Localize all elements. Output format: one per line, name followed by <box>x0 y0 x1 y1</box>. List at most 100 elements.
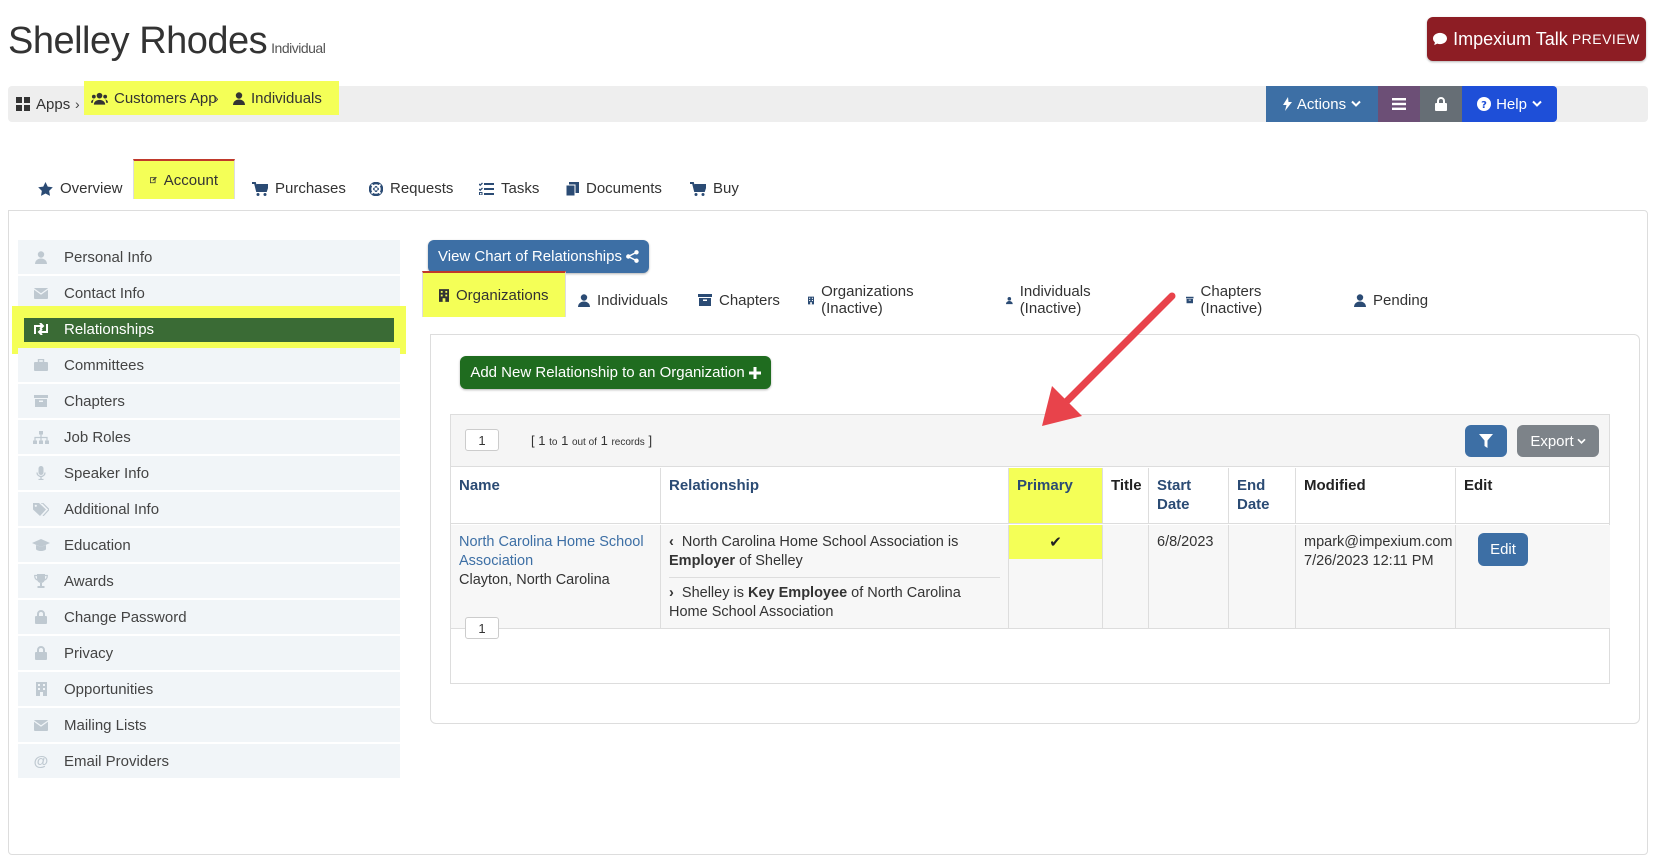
column-header-end-date[interactable]: End Date <box>1229 468 1296 524</box>
lock-icon <box>18 610 64 624</box>
retweet-icon <box>18 323 64 335</box>
sidebar-item-speaker-info[interactable]: Speaker Info <box>18 456 400 492</box>
sidebar-item-privacy[interactable]: Privacy <box>18 636 400 672</box>
tab-organizations-inactive-label: Organizations (Inactive) <box>821 283 914 317</box>
filter-icon <box>1479 434 1493 448</box>
add-relationship-button[interactable]: Add New Relationship to an Organization <box>460 356 771 389</box>
tab-buy[interactable]: Buy <box>674 165 755 212</box>
sidebar-item-label: Privacy <box>64 644 114 662</box>
life-ring-icon <box>369 181 383 196</box>
edit-button[interactable]: Edit <box>1478 533 1528 566</box>
page-number-button[interactable]: 1 <box>465 617 499 639</box>
tab-organizations[interactable]: Organizations <box>422 271 566 317</box>
records-bracket: [ <box>531 433 535 448</box>
tab-documents-label: Documents <box>586 180 662 197</box>
chevron-down-icon <box>1532 100 1542 107</box>
tab-requests-label: Requests <box>390 180 454 197</box>
breadcrumb-individuals[interactable]: Individuals <box>233 81 322 115</box>
modified-at: 7/26/2023 12:11 PM <box>1304 553 1434 569</box>
tab-tasks-label: Tasks <box>501 180 540 197</box>
sidebar-item-relationships[interactable]: Relationships <box>12 306 406 354</box>
tab-individuals-label: Individuals <box>597 291 668 309</box>
sidebar-item-education[interactable]: Education <box>18 528 400 564</box>
tab-overview[interactable]: Overview <box>22 165 139 212</box>
users-icon <box>91 92 108 105</box>
sidebar-item-label: Additional Info <box>64 500 160 518</box>
sidebar-item-label: Relationships <box>64 320 155 338</box>
sidebar-item-change-password[interactable]: Change Password <box>18 600 400 636</box>
page-number-button[interactable]: 1 <box>465 429 499 451</box>
tab-individuals[interactable]: Individuals <box>562 275 684 325</box>
filter-button[interactable] <box>1465 425 1507 457</box>
at-icon: @ <box>33 752 49 770</box>
tab-requests[interactable]: Requests <box>353 165 469 212</box>
sidebar-item-label: Committees <box>64 356 145 374</box>
cart-icon <box>690 181 706 196</box>
tab-account[interactable]: Account <box>133 159 235 199</box>
table-row-modified-cell: mpark@impexium.com 7/26/2023 12:11 PM <box>1296 525 1456 629</box>
tab-tasks[interactable]: Tasks <box>463 165 555 212</box>
sidebar-item-label: Education <box>64 536 131 554</box>
tab-pending[interactable]: Pending <box>1338 275 1444 325</box>
sidebar-item-contact-info[interactable]: Contact Info <box>18 276 400 312</box>
tab-organizations-inactive[interactable]: Organizations (Inactive) <box>792 275 934 325</box>
archive-icon <box>1186 296 1194 304</box>
column-header-relationship[interactable]: Relationship <box>661 468 1009 524</box>
view-chart-of-relationships-button[interactable]: View Chart of Relationships <box>428 240 649 273</box>
chevron-right-icon: › <box>214 90 219 106</box>
tab-chapters-inactive[interactable]: Chapters (Inactive) <box>1170 275 1285 325</box>
actions-label: Actions <box>1296 95 1347 113</box>
column-header-primary[interactable]: Primary <box>1009 468 1103 524</box>
export-button[interactable]: Export <box>1517 425 1599 457</box>
question-circle-icon: ? <box>1477 97 1492 111</box>
table-row-title-cell <box>1103 525 1149 629</box>
records-summary: [ 1 to 1 out of 1 records ] <box>531 433 652 448</box>
organization-link[interactable]: North Carolina Home School Association <box>459 533 652 571</box>
breadcrumb-apps[interactable]: Apps <box>16 86 70 122</box>
modified-by: mpark@impexium.com <box>1304 534 1453 550</box>
chevron-right-icon: › <box>669 585 674 601</box>
column-header-name[interactable]: Name <box>451 468 661 524</box>
tab-purchases-label: Purchases <box>275 180 346 197</box>
column-header-start-date[interactable]: Start Date <box>1149 468 1229 524</box>
table-row-primary-cell: ✔ <box>1009 525 1103 629</box>
sidebar-item-personal-info[interactable]: Personal Info <box>18 240 400 276</box>
sidebar-item-job-roles[interactable]: Job Roles <box>18 420 400 456</box>
add-relationship-label: Add New Relationship to an Organization <box>470 364 745 381</box>
list-view-button[interactable] <box>1378 86 1420 122</box>
tab-chapters[interactable]: Chapters <box>682 275 796 325</box>
help-button[interactable]: ? Help <box>1462 86 1557 122</box>
records-from: 1 <box>538 433 546 448</box>
talk-label: Impexium Talk <box>1453 28 1568 49</box>
sidebar-item-label: Mailing Lists <box>64 716 147 734</box>
lock-button[interactable] <box>1420 86 1462 122</box>
building-icon <box>18 682 64 696</box>
sidebar-item-chapters[interactable]: Chapters <box>18 384 400 420</box>
impexium-talk-button[interactable]: Impexium Talk PREVIEW <box>1427 17 1646 61</box>
annotation-arrow <box>1042 292 1176 426</box>
breadcrumb-individuals-label: Individuals <box>251 89 322 107</box>
share-alt-icon <box>626 250 639 263</box>
view-chart-label: View Chart of Relationships <box>438 248 622 265</box>
sidebar-item-email-providers[interactable]: @ Email Providers <box>18 744 400 780</box>
primary-check-icon: ✔ <box>1009 525 1102 559</box>
user-icon <box>578 293 590 307</box>
action-toolbar: Actions ? Help <box>1266 86 1557 122</box>
envelope-icon <box>18 719 64 731</box>
sidebar-item-label: Email Providers <box>64 752 170 770</box>
tab-account-label: Account <box>163 171 218 189</box>
relationship-2-text: Shelley is <box>681 585 744 601</box>
tab-documents[interactable]: Documents <box>550 165 678 212</box>
user-icon <box>18 250 64 264</box>
export-label: Export <box>1530 432 1574 450</box>
sidebar-item-committees[interactable]: Committees <box>18 348 400 384</box>
tab-purchases[interactable]: Purchases <box>236 165 362 212</box>
tags-icon <box>18 502 64 516</box>
sidebar-item-additional-info[interactable]: Additional Info <box>18 492 400 528</box>
relationship-2-role: Key Employee <box>748 585 848 601</box>
sidebar-item-awards[interactable]: Awards <box>18 564 400 600</box>
breadcrumb-customers-app[interactable]: Customers App <box>91 81 217 115</box>
sidebar-item-mailing-lists[interactable]: Mailing Lists <box>18 708 400 744</box>
sidebar-item-opportunities[interactable]: Opportunities <box>18 672 400 708</box>
actions-button[interactable]: Actions <box>1266 86 1378 122</box>
